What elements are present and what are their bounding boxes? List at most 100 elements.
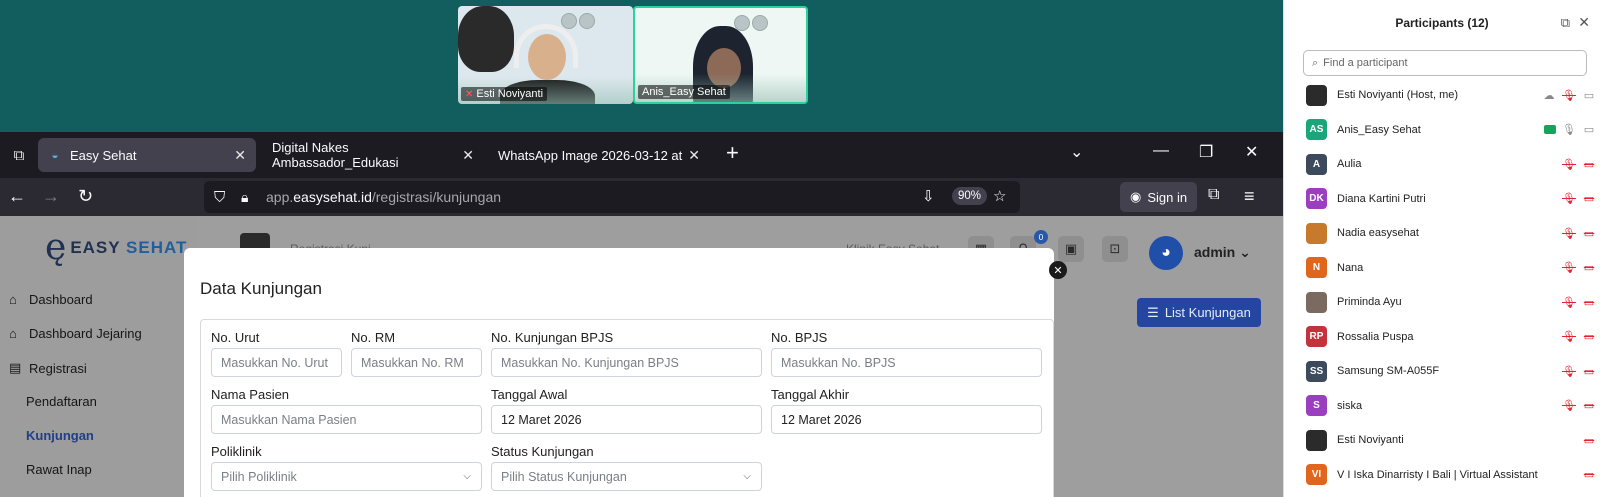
participant-row[interactable]: Esti Noviyanti ▭ xyxy=(1306,429,1596,451)
mic-off-icon[interactable]: 🎙︎ xyxy=(1562,399,1576,412)
video-off-icon[interactable]: ▭ xyxy=(1582,330,1596,343)
tab-label: Digital Nakes Ambassador_Edukasi xyxy=(272,140,399,170)
search-placeholder: Find a participant xyxy=(1323,57,1408,69)
participant-name: Aulia xyxy=(1337,158,1362,170)
video-off-icon[interactable]: ▭ xyxy=(1582,192,1596,205)
tanggal-akhir-input[interactable]: 12 Maret 2026 xyxy=(771,405,1042,434)
status-kunjungan-select[interactable]: Pilih Status Kunjungan ⌵ xyxy=(491,462,762,491)
video-off-icon[interactable]: ▭ xyxy=(1582,158,1596,171)
poliklinik-select[interactable]: Pilih Poliklinik ⌵ xyxy=(211,462,482,491)
chevron-down-icon: ⌵ xyxy=(743,471,751,482)
cloud-icon[interactable]: ☁ xyxy=(1542,89,1556,102)
close-window-icon[interactable]: ✕ xyxy=(1245,142,1258,162)
no-bpjs-input[interactable]: Masukkan No. BPJS xyxy=(771,348,1042,377)
avatar: SS xyxy=(1306,360,1327,382)
sidebar-item-pendaftaran[interactable]: Pendaftaran xyxy=(26,394,97,409)
participant-row[interactable]: AS Anis_Easy Sehat 🎙︎ ▭ xyxy=(1306,119,1596,141)
close-tab-icon[interactable]: ✕ xyxy=(688,147,700,164)
list-all-tabs-icon[interactable]: ⌄ xyxy=(1070,142,1083,162)
video-off-icon[interactable]: ▭ xyxy=(1582,399,1596,412)
participant-row[interactable]: Nadia easysehat 🎙︎ ▭ xyxy=(1306,222,1596,244)
mic-icon[interactable]: 🎙︎ xyxy=(1562,123,1576,136)
mic-off-icon[interactable]: 🎙︎ xyxy=(1562,227,1576,240)
participant-row[interactable]: N Nana 🎙︎ ▭ xyxy=(1306,257,1596,279)
reload-icon[interactable]: ↻ xyxy=(78,186,93,207)
sign-in-button[interactable]: ◉ Sign in xyxy=(1120,182,1198,212)
calendar-icon[interactable]: ▣ xyxy=(1058,236,1084,262)
sidebar-item-dashboard-jejaring[interactable]: ⌂ Dashboard Jejaring xyxy=(9,326,142,341)
video-icon[interactable]: ▭ xyxy=(1582,123,1596,136)
mic-off-icon[interactable]: 🎙︎ xyxy=(1562,192,1576,205)
video-off-icon[interactable]: ▭ xyxy=(1582,261,1596,274)
mic-off-icon[interactable]: 🎙︎ xyxy=(1562,261,1576,274)
participant-row[interactable]: RP Rossalia Puspa 🎙︎ ▭ xyxy=(1306,326,1596,348)
url-text[interactable]: app.easysehat.id/registrasi/kunjungan xyxy=(266,189,501,205)
extensions-icon[interactable]: ⧉ xyxy=(1208,186,1219,204)
pop-out-icon[interactable]: ⧉ xyxy=(1561,15,1570,31)
zoom-level[interactable]: 90% xyxy=(952,187,988,205)
account-icon: ◉ xyxy=(1130,189,1142,204)
participant-row[interactable]: A Aulia 🎙︎ ▭ xyxy=(1306,153,1596,175)
poliklinik-select-value: Pilih Poliklinik xyxy=(221,469,297,484)
restore-icon[interactable]: ❐ xyxy=(1199,142,1213,162)
modal-close-icon[interactable]: ✕ xyxy=(1049,261,1067,279)
list-kunjungan-button[interactable]: ☰ List Kunjungan xyxy=(1137,298,1261,327)
tab-easy-sehat[interactable]: ◒ Easy Sehat ✕ xyxy=(38,138,256,172)
theme-palette-icon[interactable]: ◕ xyxy=(1149,236,1183,270)
mic-off-icon[interactable]: 🎙︎ xyxy=(1562,89,1576,102)
tanggal-awal-input[interactable]: 12 Maret 2026 xyxy=(491,405,762,434)
video-tile-esti[interactable]: ✕ Esti Noviyanti xyxy=(458,6,633,104)
nama-pasien-input[interactable]: Masukkan Nama Pasien xyxy=(211,405,482,434)
sidebar-item-kunjungan[interactable]: Kunjungan xyxy=(26,428,94,443)
no-urut-input[interactable]: Masukkan No. Urut xyxy=(211,348,342,377)
video-badges xyxy=(561,13,595,29)
mic-off-icon[interactable]: 🎙︎ xyxy=(1562,330,1576,343)
tab-list-icon[interactable]: ⧉ xyxy=(2,138,36,172)
video-off-icon[interactable]: ▭ xyxy=(1582,365,1596,378)
video-name-label: ✕ Esti Noviyanti xyxy=(461,87,548,101)
close-tab-icon[interactable]: ✕ xyxy=(234,147,246,164)
video-off-icon[interactable]: ▭ xyxy=(1582,227,1596,240)
video-tile-anis[interactable]: Anis_Easy Sehat xyxy=(633,6,808,104)
menu-icon[interactable]: ≡ xyxy=(1244,186,1255,207)
modal-title: Data Kunjungan xyxy=(200,279,322,298)
admin-user-menu[interactable]: admin ⌄ xyxy=(1194,244,1251,261)
participant-row[interactable]: Esti Noviyanti (Host, me) ☁ 🎙︎ ▭ xyxy=(1306,84,1596,106)
participant-row[interactable]: Priminda Ayu 🎙︎ ▭ xyxy=(1306,291,1596,313)
video-off-icon[interactable]: ▭ xyxy=(1582,296,1596,309)
video-off-icon[interactable]: ▭ xyxy=(1582,468,1596,481)
url-bar[interactable]: ⛉ 🔒︎ app.easysehat.id/registrasi/kunjung… xyxy=(204,181,1020,213)
sidebar-item-registrasi[interactable]: ▤ Registrasi xyxy=(9,360,87,376)
download-icon[interactable]: ⇩ xyxy=(922,187,935,205)
shield-icon[interactable]: ⛉ xyxy=(214,189,225,206)
no-rm-input[interactable]: Masukkan No. RM xyxy=(351,348,482,377)
no-kunjungan-bpjs-input[interactable]: Masukkan No. Kunjungan BPJS xyxy=(491,348,762,377)
mic-off-icon[interactable]: 🎙︎ xyxy=(1562,158,1576,171)
minimize-icon[interactable]: — xyxy=(1153,142,1169,160)
mic-off-icon[interactable]: 🎙︎ xyxy=(1562,365,1576,378)
back-icon[interactable]: ← xyxy=(8,186,26,207)
bookmark-star-icon[interactable]: ☆ xyxy=(993,187,1006,205)
participant-row[interactable]: SS Samsung SM-A055F 🎙︎ ▭ xyxy=(1306,360,1596,382)
sidebar-item-rawat-inap[interactable]: Rawat Inap xyxy=(26,462,92,477)
video-off-icon[interactable]: ▭ xyxy=(1582,434,1596,447)
data-kunjungan-modal: Data Kunjungan No. Urut Masukkan No. Uru… xyxy=(184,248,1054,497)
fullscreen-icon[interactable]: ⊡ xyxy=(1102,236,1128,262)
participant-row[interactable]: VI V I Iska Dinarristy I Bali | Virtual A… xyxy=(1306,464,1596,486)
participant-row[interactable]: DK Diana Kartini Putri 🎙︎ ▭ xyxy=(1306,188,1596,210)
new-tab-icon[interactable]: + xyxy=(726,140,739,166)
logo: ę EASY SEHAT xyxy=(45,227,188,268)
lock-icon[interactable]: 🔒︎ xyxy=(241,189,248,206)
participant-name: siska xyxy=(1337,399,1363,412)
video-icon[interactable]: ▭ xyxy=(1582,89,1596,102)
forward-icon[interactable]: → xyxy=(42,186,60,207)
screen-share-icon[interactable] xyxy=(1544,125,1556,134)
close-tab-icon[interactable]: ✕ xyxy=(462,147,474,164)
close-panel-icon[interactable]: ✕ xyxy=(1578,14,1590,31)
sidebar-item-dashboard[interactable]: ⌂ Dashboard xyxy=(9,292,93,307)
participant-row[interactable]: Ssiska 🎙︎ ▭ xyxy=(1306,395,1596,417)
tab-digital-nakes[interactable]: Digital Nakes Ambassador_Edukasi ✕ xyxy=(262,138,484,172)
mic-off-icon[interactable]: 🎙︎ xyxy=(1562,296,1576,309)
tab-whatsapp-image[interactable]: WhatsApp Image 2026-03-12 at 07. ✕ xyxy=(488,138,710,172)
participant-search-input[interactable]: ⌕ Find a participant xyxy=(1303,50,1587,76)
